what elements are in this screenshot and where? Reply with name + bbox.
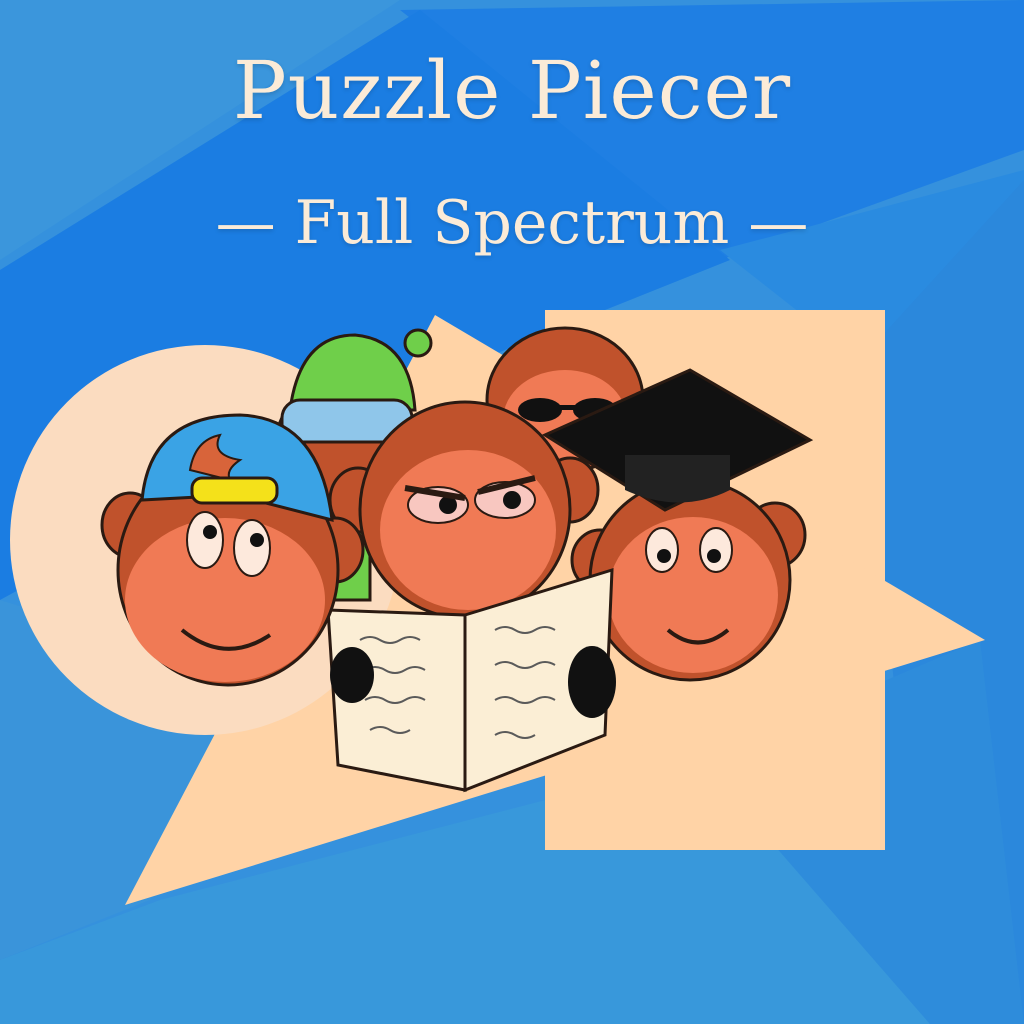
game-cover: Puzzle Piecer — Full Spectrum — (0, 0, 1024, 1024)
monkey-group-icon (10, 310, 985, 905)
